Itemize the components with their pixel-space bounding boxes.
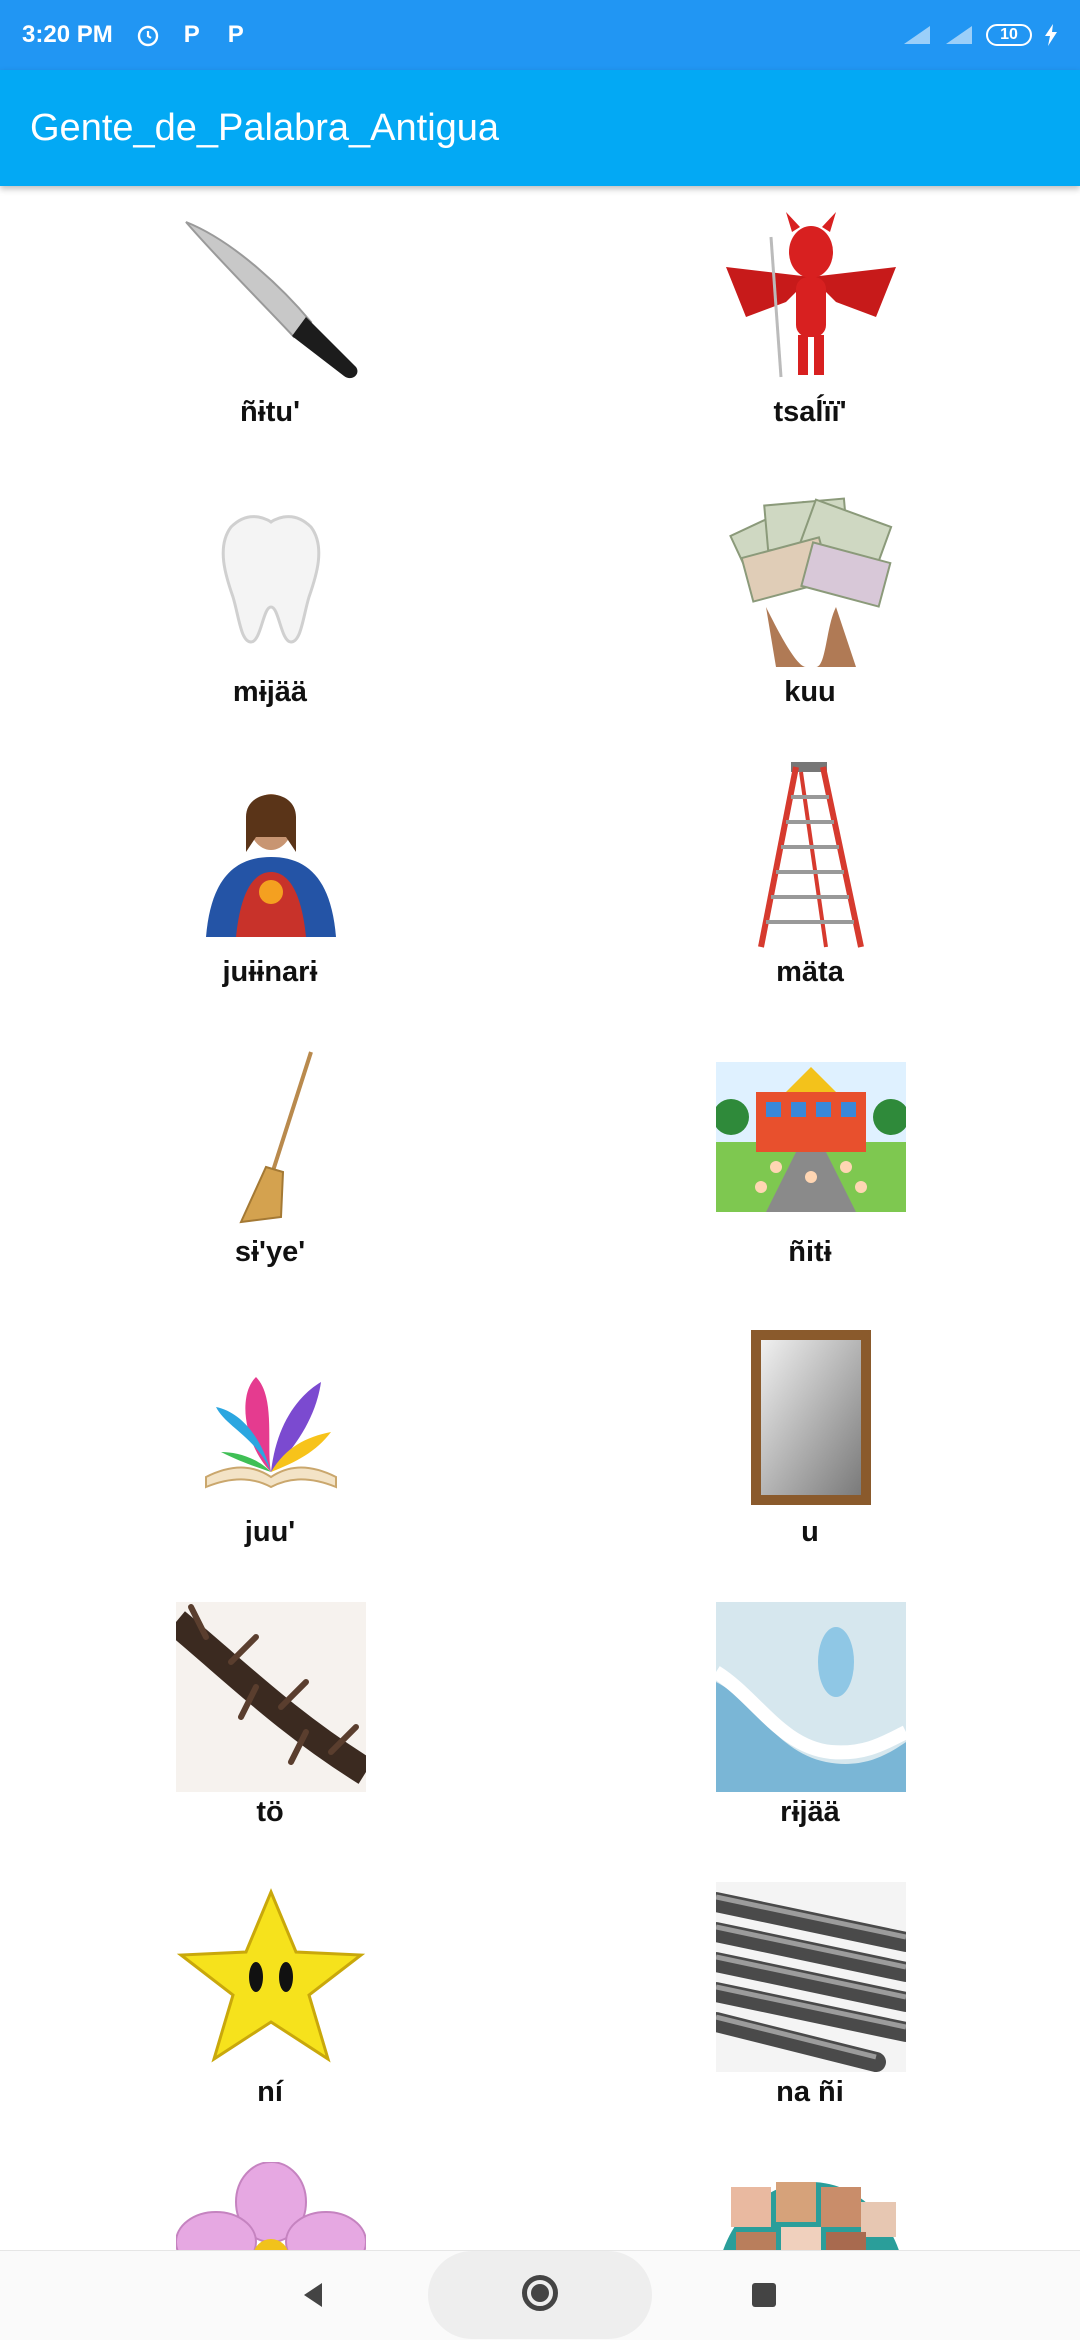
jesus-icon [176, 762, 366, 952]
recents-icon[interactable] [752, 2283, 776, 2307]
knife-icon [176, 202, 366, 392]
charging-icon [1045, 24, 1057, 46]
item-label: juɨɨnarɨ [222, 956, 318, 988]
item-label: ñɨtu' [239, 396, 301, 428]
thorn-branch-icon [176, 1602, 366, 1792]
item-label: juu' [244, 1516, 296, 1548]
grid-item[interactable]: ñitɨ [540, 1026, 1080, 1306]
signal-icon [946, 26, 972, 44]
grid-item[interactable]: mäta [540, 746, 1080, 1026]
mirror-icon [716, 1322, 906, 1512]
p-icon: P [227, 21, 244, 48]
tooth-icon [176, 482, 366, 672]
grid-item[interactable]: rɨjää [540, 1586, 1080, 1866]
status-bar: 3:20 PM P P 10 [0, 0, 1080, 70]
item-label: kuu [784, 676, 836, 708]
navigation-bar [0, 2250, 1080, 2340]
grid-item[interactable] [0, 2146, 540, 2250]
grid-item[interactable]: sɨ'ye' [0, 1026, 540, 1306]
signal-icon [904, 26, 930, 44]
photo-collage-icon [716, 2162, 906, 2250]
item-label: tsaĺïï' [773, 396, 847, 428]
grid-item[interactable]: juu' [0, 1306, 540, 1586]
item-label: u [801, 1516, 819, 1548]
grid-item[interactable]: mɨjää [0, 466, 540, 746]
grid-item[interactable]: kuu [540, 466, 1080, 746]
item-label: na ñi [776, 2076, 844, 2108]
grid-item[interactable]: u [540, 1306, 1080, 1586]
book-icon [176, 1322, 366, 1512]
devil-icon [716, 202, 906, 392]
item-label: ñitɨ [788, 1236, 832, 1268]
star-icon [176, 1882, 366, 2072]
item-label: ní [257, 2076, 283, 2108]
app-title: Gente_de_Palabra_Antigua [30, 106, 500, 149]
grid-item[interactable]: ní [0, 1866, 540, 2146]
p-icon: P [183, 21, 200, 48]
ladder-icon [716, 762, 906, 952]
back-icon[interactable] [300, 2281, 328, 2309]
home-icon[interactable] [522, 2275, 558, 2311]
status-time: 3:20 PM [22, 21, 113, 48]
school-icon [716, 1042, 906, 1232]
grid-item[interactable]: na ñi [540, 1866, 1080, 2146]
word-grid: ñɨtu' tsaĺïï' mɨjää kuu juɨɨnarɨ mäta sɨ… [0, 186, 1080, 2250]
foam-icon [716, 1602, 906, 1792]
item-label: tö [256, 1796, 284, 1828]
grid-item[interactable] [540, 2146, 1080, 2250]
item-label: rɨjää [780, 1796, 840, 1828]
steel-bars-icon [716, 1882, 906, 2072]
flower-icon [176, 2162, 366, 2250]
battery-icon: 10 [986, 24, 1032, 46]
grid-item[interactable]: tö [0, 1586, 540, 1866]
alarm-icon [135, 22, 161, 48]
grid-item[interactable]: ñɨtu' [0, 186, 540, 466]
broom-icon [176, 1042, 366, 1232]
item-label: mäta [776, 956, 844, 988]
grid-item[interactable]: tsaĺïï' [540, 186, 1080, 466]
money-icon [716, 482, 906, 672]
app-bar: Gente_de_Palabra_Antigua [0, 70, 1080, 186]
item-label: sɨ'ye' [234, 1236, 306, 1268]
grid-item[interactable]: juɨɨnarɨ [0, 746, 540, 1026]
item-label: mɨjää [232, 676, 308, 708]
